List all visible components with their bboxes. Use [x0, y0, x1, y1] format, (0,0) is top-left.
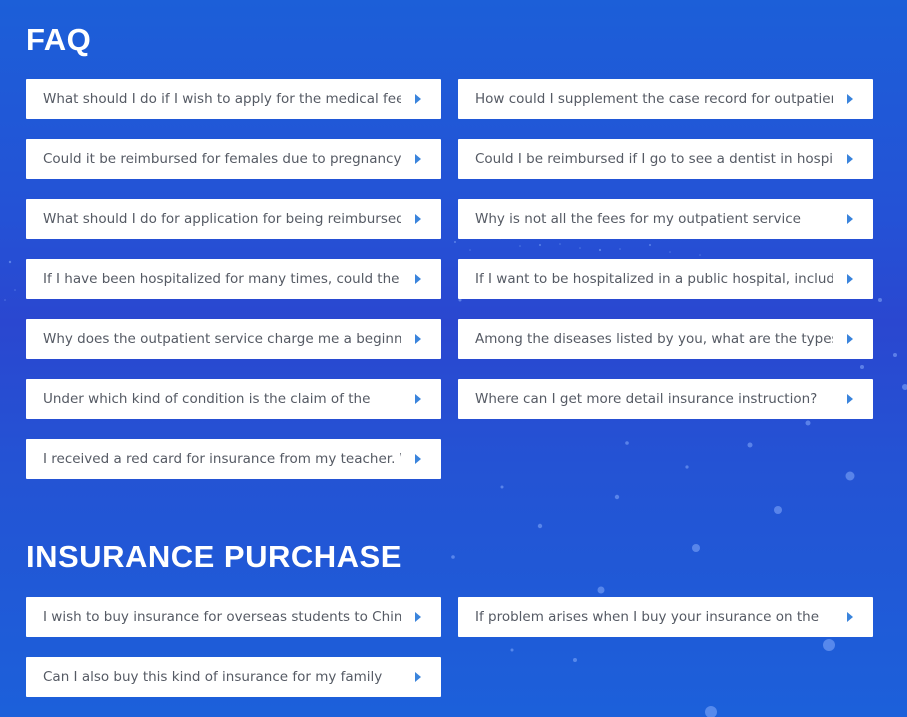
caret-right-icon: [415, 672, 421, 682]
insurance-item[interactable]: Can I also buy this kind of insurance fo…: [26, 657, 441, 697]
faq-item[interactable]: What should I do for application for bei…: [26, 199, 441, 239]
faq-question: How could I supplement the case record f…: [475, 91, 833, 107]
faq-item[interactable]: Why is not all the fees for my outpatien…: [458, 199, 873, 239]
insurance-item[interactable]: I wish to buy insurance for overseas stu…: [26, 597, 441, 637]
caret-right-icon: [847, 612, 853, 622]
insurance-question: If problem arises when I buy your insura…: [475, 609, 820, 625]
faq-question: Could it be reimbursed for females due t…: [43, 151, 401, 167]
faq-item[interactable]: Could I be reimbursed if I go to see a d…: [458, 139, 873, 179]
faq-question: What should I do for application for bei…: [43, 211, 401, 227]
caret-right-icon: [415, 612, 421, 622]
faq-question: Where can I get more detail insurance in…: [475, 391, 818, 407]
caret-right-icon: [415, 274, 421, 284]
faq-question: I received a red card for insurance from…: [43, 451, 401, 467]
faq-item[interactable]: I received a red card for insurance from…: [26, 439, 441, 479]
faq-question: What should I do if I wish to apply for …: [43, 91, 401, 107]
faq-question: Why is not all the fees for my outpatien…: [475, 211, 801, 227]
caret-right-icon: [415, 394, 421, 404]
faq-item[interactable]: Under which kind of condition is the cla…: [26, 379, 441, 419]
faq-question: Why does the outpatient service charge m…: [43, 331, 401, 347]
faq-item[interactable]: Could it be reimbursed for females due t…: [26, 139, 441, 179]
caret-right-icon: [847, 334, 853, 344]
faq-question: Among the diseases listed by you, what a…: [475, 331, 833, 347]
faq-item[interactable]: How could I supplement the case record f…: [458, 79, 873, 119]
insurance-section-title: INSURANCE PURCHASE: [26, 539, 402, 574]
caret-right-icon: [847, 274, 853, 284]
faq-item[interactable]: Why does the outpatient service charge m…: [26, 319, 441, 359]
caret-right-icon: [847, 394, 853, 404]
caret-right-icon: [847, 154, 853, 164]
caret-right-icon: [847, 94, 853, 104]
caret-right-icon: [415, 154, 421, 164]
insurance-item[interactable]: If problem arises when I buy your insura…: [458, 597, 873, 637]
faq-section-title: FAQ: [26, 22, 92, 57]
faq-question: If I have been hospitalized for many tim…: [43, 271, 401, 287]
faq-item[interactable]: If I have been hospitalized for many tim…: [26, 259, 441, 299]
faq-question: If I want to be hospitalized in a public…: [475, 271, 833, 287]
faq-question: Could I be reimbursed if I go to see a d…: [475, 151, 833, 167]
faq-item[interactable]: Where can I get more detail insurance in…: [458, 379, 873, 419]
caret-right-icon: [847, 214, 853, 224]
faq-item[interactable]: What should I do if I wish to apply for …: [26, 79, 441, 119]
caret-right-icon: [415, 214, 421, 224]
faq-item[interactable]: If I want to be hospitalized in a public…: [458, 259, 873, 299]
faq-item[interactable]: Among the diseases listed by you, what a…: [458, 319, 873, 359]
caret-right-icon: [415, 334, 421, 344]
insurance-question: I wish to buy insurance for overseas stu…: [43, 609, 401, 625]
insurance-question: Can I also buy this kind of insurance fo…: [43, 669, 383, 685]
caret-right-icon: [415, 94, 421, 104]
faq-question: Under which kind of condition is the cla…: [43, 391, 371, 407]
caret-right-icon: [415, 454, 421, 464]
